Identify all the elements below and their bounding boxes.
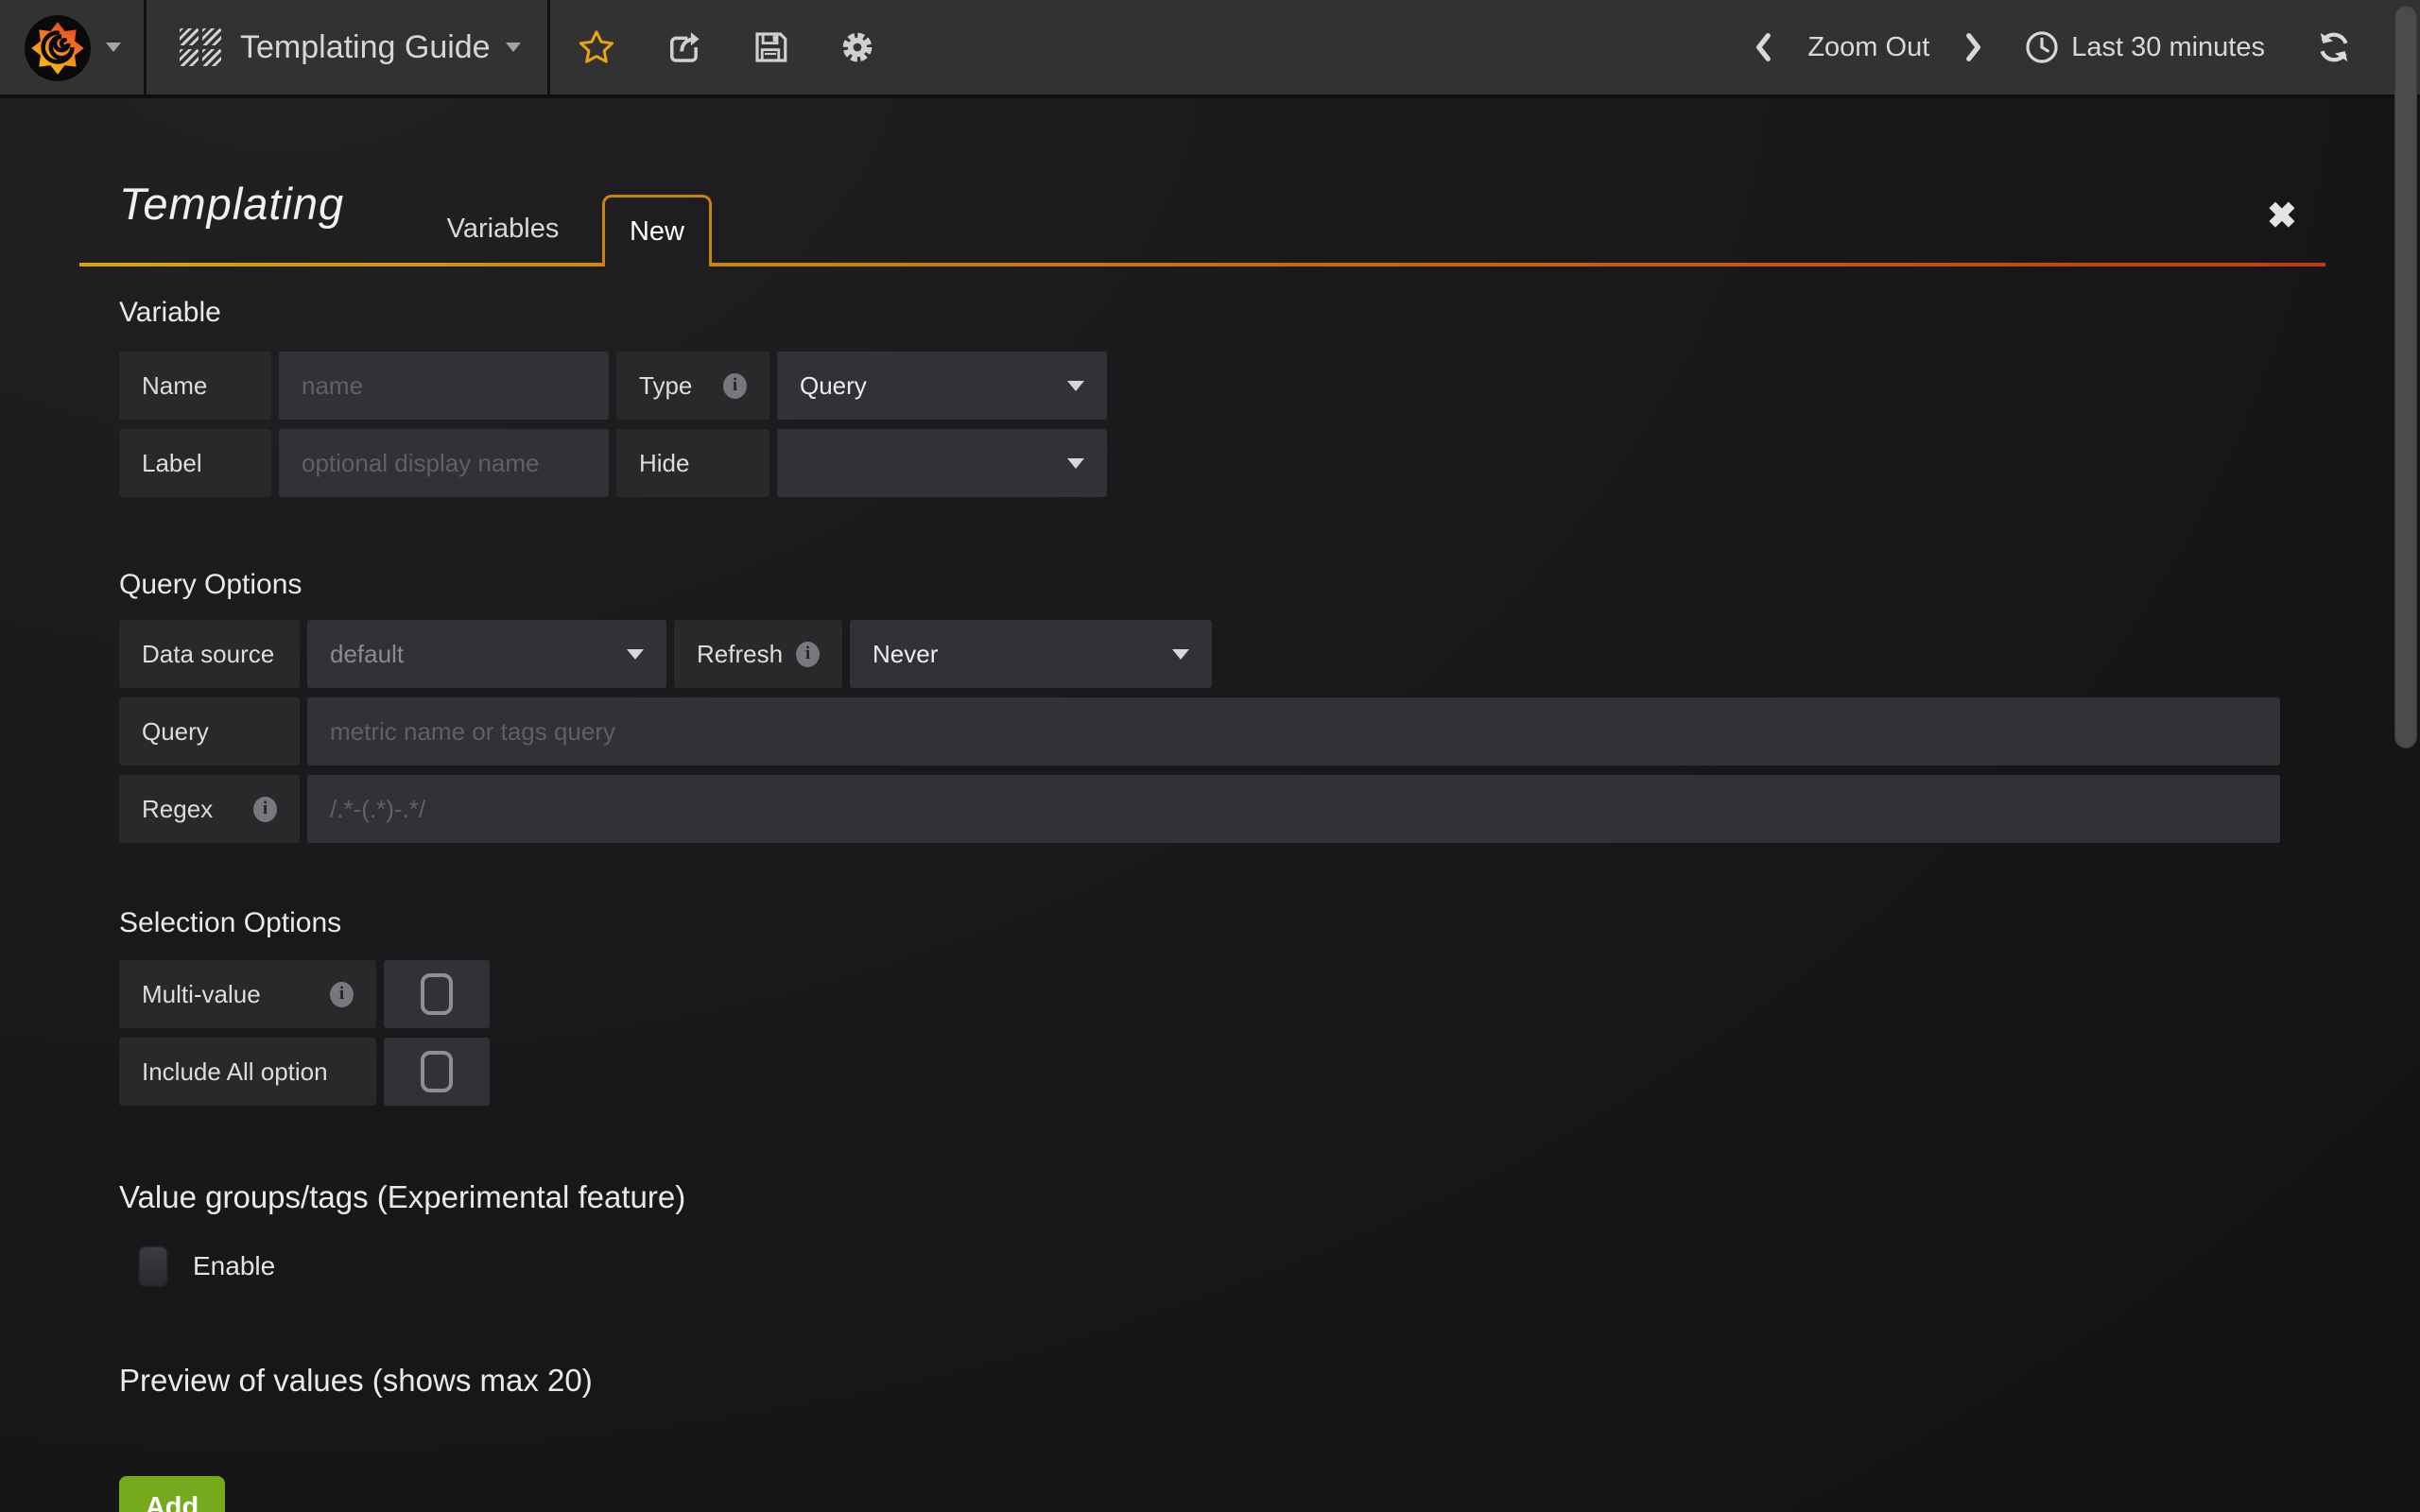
regex-label-text: Regex xyxy=(142,795,213,824)
tab-underline-right xyxy=(712,263,2325,266)
hide-dropdown[interactable] xyxy=(777,429,1107,497)
time-range-picker[interactable]: Last 30 minutes xyxy=(2024,29,2265,65)
add-button[interactable]: Add xyxy=(119,1476,225,1512)
query-input[interactable] xyxy=(307,697,2280,765)
name-label: Name xyxy=(119,352,271,420)
query-label: Query xyxy=(119,697,300,765)
multi-value-label: Multi-value i xyxy=(119,960,376,1028)
type-label-text: Type xyxy=(639,371,692,401)
multi-value-row: Multi-value i xyxy=(119,960,490,1028)
page-title: Templating xyxy=(119,178,344,230)
multi-value-checkbox[interactable] xyxy=(384,960,490,1028)
refresh-label-text: Refresh xyxy=(697,640,783,669)
multi-value-label-text: Multi-value xyxy=(142,980,261,1009)
selection-options-heading: Selection Options xyxy=(119,907,341,939)
tab-new[interactable]: New xyxy=(602,195,712,266)
grafana-app: Templating Guide xyxy=(0,0,2420,1512)
dashboard-grid-icon xyxy=(180,28,221,66)
share-icon[interactable] xyxy=(664,27,703,67)
preview-heading: Preview of values (shows max 20) xyxy=(119,1363,593,1399)
label-input[interactable] xyxy=(279,429,609,497)
variable-name-row: Name Type i Query xyxy=(119,352,1107,420)
zoom-out-button[interactable]: Zoom Out xyxy=(1807,32,1929,63)
enable-label: Enable xyxy=(193,1251,275,1281)
dashboard-title: Templating Guide xyxy=(240,29,491,66)
label-label: Label xyxy=(119,429,271,497)
enable-row: Enable xyxy=(138,1246,275,1287)
clock-icon xyxy=(2024,29,2060,65)
save-icon[interactable] xyxy=(751,27,790,67)
query-options-form: Data source default Refresh i Never Quer… xyxy=(119,620,2280,843)
grafana-menu-button[interactable] xyxy=(0,0,147,94)
refresh-dropdown[interactable]: Never xyxy=(850,620,1212,688)
variable-form: Name Type i Query Label Hide xyxy=(119,352,1107,497)
gear-icon[interactable] xyxy=(838,27,877,67)
chevron-down-icon xyxy=(1067,381,1084,391)
variable-label-row: Label Hide xyxy=(119,429,1107,497)
include-all-row: Include All option xyxy=(119,1038,490,1106)
dashboard-picker[interactable]: Templating Guide xyxy=(147,0,550,94)
regex-row: Regex i xyxy=(119,775,2280,843)
top-navbar: Templating Guide xyxy=(0,0,2420,98)
time-shift-back-button[interactable] xyxy=(1753,28,1773,66)
chevron-down-icon xyxy=(1067,458,1084,469)
star-icon[interactable] xyxy=(577,27,616,67)
query-options-heading: Query Options xyxy=(119,569,302,601)
grafana-menu-caret-icon xyxy=(106,43,121,52)
chevron-down-icon xyxy=(627,649,644,660)
regex-input[interactable] xyxy=(307,775,2280,843)
regex-info-icon[interactable]: i xyxy=(253,797,277,822)
grafana-logo-icon xyxy=(23,12,93,82)
refresh-info-icon[interactable]: i xyxy=(796,642,820,667)
chevron-down-icon xyxy=(1172,649,1189,660)
vertical-scrollbar-thumb[interactable] xyxy=(2394,6,2417,748)
name-input[interactable] xyxy=(279,352,609,420)
time-range-label: Last 30 minutes xyxy=(2071,32,2265,63)
datasource-dropdown[interactable]: default xyxy=(307,620,666,688)
type-dropdown[interactable]: Query xyxy=(777,352,1107,420)
dashboard-caret-icon xyxy=(506,43,521,52)
datasource-label: Data source xyxy=(119,620,300,688)
value-groups-heading: Value groups/tags (Experimental feature) xyxy=(119,1179,685,1215)
refresh-dropdown-value: Never xyxy=(873,640,938,669)
datasource-row: Data source default Refresh i Never xyxy=(119,620,2280,688)
include-all-label: Include All option xyxy=(119,1038,376,1106)
checkbox-icon xyxy=(421,973,453,1015)
dashboard-actions xyxy=(550,0,877,94)
close-icon[interactable]: ✖ xyxy=(2267,198,2297,234)
selection-options-form: Multi-value i Include All option xyxy=(119,960,490,1106)
hide-label: Hide xyxy=(616,429,769,497)
type-dropdown-value: Query xyxy=(800,371,867,401)
tab-underline-left xyxy=(79,263,602,266)
enable-checkbox[interactable] xyxy=(138,1246,168,1287)
time-controls: Zoom Out Last 30 minutes xyxy=(1753,0,2420,94)
type-info-icon[interactable]: i xyxy=(723,373,747,399)
type-label: Type i xyxy=(616,352,769,420)
tab-variables[interactable]: Variables xyxy=(437,195,569,263)
time-shift-forward-button[interactable] xyxy=(1963,28,1984,66)
refresh-icon[interactable] xyxy=(2314,27,2354,67)
include-all-checkbox[interactable] xyxy=(384,1038,490,1106)
checkbox-icon xyxy=(421,1051,453,1092)
query-row: Query xyxy=(119,697,2280,765)
variable-section-heading: Variable xyxy=(119,297,221,329)
regex-label: Regex i xyxy=(119,775,300,843)
multi-value-info-icon[interactable]: i xyxy=(330,982,354,1007)
datasource-dropdown-value: default xyxy=(330,640,404,669)
refresh-label: Refresh i xyxy=(674,620,842,688)
